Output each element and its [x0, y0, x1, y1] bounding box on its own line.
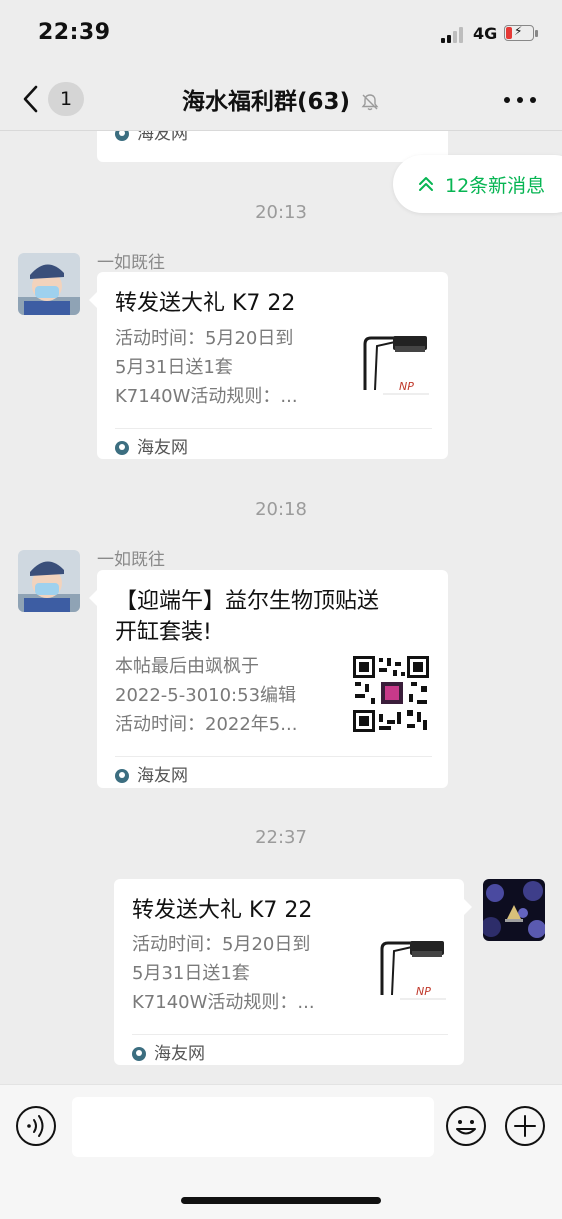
source-logo-icon: [115, 441, 129, 455]
card-source: 海友网: [115, 131, 188, 144]
sender-name: 一如既往: [97, 550, 165, 570]
card-title: 【迎端午】益尔生物顶贴送 开缸套装!: [115, 589, 380, 645]
card-divider: [115, 756, 432, 757]
status-time: 22:39: [38, 20, 111, 45]
card-title: 转发送大礼 K7 22: [115, 291, 296, 316]
cellular-signal-icon: [441, 27, 467, 43]
mute-bell-icon: [361, 94, 379, 111]
network-type: 4G: [473, 24, 498, 43]
source-logo-icon: [115, 769, 129, 783]
card-thumbnail-image: NP: [372, 933, 452, 1013]
chat-title: 海水福利群(63): [0, 82, 562, 116]
card-source: 海友网: [132, 1039, 205, 1064]
self-avatar[interactable]: [483, 879, 545, 941]
group-name: 海水福利群(63): [181, 89, 350, 115]
message-list[interactable]: 海友网 20:13 一如既往 转发送大礼 K7 22 活动时间：5月20日到 5…: [0, 131, 562, 1083]
card-description: 活动时间：5月20日到 5月31日送1套 K7140W活动规则：...: [115, 328, 298, 407]
more-functions-plus-icon[interactable]: [504, 1105, 546, 1147]
card-title: 转发送大礼 K7 22: [132, 898, 313, 923]
source-logo-icon: [115, 131, 129, 141]
more-options-button[interactable]: [504, 96, 536, 104]
message-timestamp: 22:37: [255, 827, 307, 848]
chat-header: 1 海水福利群(63): [0, 68, 562, 131]
partial-link-card[interactable]: 海友网: [97, 131, 448, 162]
link-card[interactable]: 转发送大礼 K7 22 活动时间：5月20日到 5月31日送1套 K7140W活…: [89, 272, 448, 459]
avatar[interactable]: [18, 253, 80, 315]
home-indicator[interactable]: [181, 1197, 381, 1204]
battery-tip: [535, 30, 538, 37]
emoji-icon[interactable]: [445, 1105, 487, 1147]
svg-text:NP: NP: [399, 380, 414, 393]
link-card[interactable]: 【迎端午】益尔生物顶贴送 开缸套装! 本帖最后由飒枫于 2022-5-3010:…: [89, 570, 448, 788]
card-divider: [115, 428, 432, 429]
card-divider: [132, 1034, 448, 1035]
card-source: 海友网: [115, 761, 188, 786]
sender-name: 一如既往: [97, 253, 165, 273]
qr-code-image: [351, 654, 431, 734]
avatar[interactable]: [18, 550, 80, 612]
new-messages-label: 12条新消息: [445, 175, 546, 197]
status-bar: 22:39 4G ⚡: [0, 0, 562, 68]
source-logo-icon: [132, 1047, 146, 1061]
message-input[interactable]: [72, 1097, 434, 1157]
card-description: 活动时间：5月20日到 5月31日送1套 K7140W活动规则：...: [132, 934, 315, 1013]
voice-input-icon[interactable]: [15, 1105, 57, 1147]
card-description: 本帖最后由飒枫于 2022-5-3010:53编辑 活动时间：2022年5...: [115, 656, 298, 735]
card-source: 海友网: [115, 433, 188, 458]
card-thumbnail-image: NP: [355, 328, 435, 408]
battery-icon: ⚡: [504, 24, 534, 41]
link-card[interactable]: 转发送大礼 K7 22 活动时间：5月20日到 5月31日送1套 K7140W活…: [114, 879, 472, 1065]
svg-text:NP: NP: [416, 985, 431, 998]
double-chevron-up-icon: [419, 177, 433, 191]
message-timestamp: 20:18: [255, 499, 307, 520]
new-messages-button[interactable]: 12条新消息: [393, 155, 562, 213]
